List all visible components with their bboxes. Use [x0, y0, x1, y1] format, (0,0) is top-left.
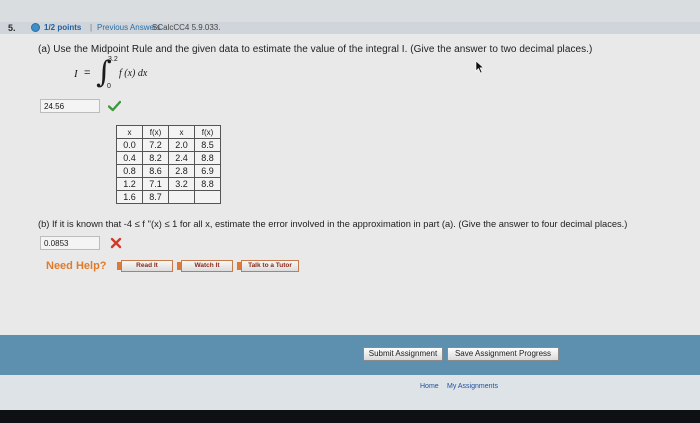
table-cell: 3.2: [168, 177, 195, 191]
table-cell: 8.2: [142, 151, 169, 165]
table-cell: 6.9: [194, 164, 221, 178]
table-cell: 7.2: [142, 138, 169, 152]
table-cell: 2.0: [168, 138, 195, 152]
submit-assignment-button[interactable]: Submit Assignment: [363, 347, 443, 361]
integral-expression: I = ∫ 3.2 0 f (x) dx: [74, 56, 184, 94]
read-it-button[interactable]: Read It: [117, 260, 173, 272]
question-number: 5.: [8, 23, 16, 33]
save-progress-button[interactable]: Save Assignment Progress: [447, 347, 559, 361]
table-row: 1.2 7.1 3.2 8.8: [116, 177, 221, 191]
table-row: 0.4 8.2 2.4 8.8: [116, 151, 221, 165]
footer-links-bar: [0, 375, 700, 410]
need-help-label: Need Help?: [46, 260, 107, 272]
table-cell: 8.8: [194, 151, 221, 165]
table-cell: 0.4: [116, 151, 143, 165]
table-row: 1.6 8.7: [116, 190, 221, 204]
table-cell: 7.1: [142, 177, 169, 191]
watch-it-button[interactable]: Watch It: [177, 260, 233, 272]
table-cell: 8.8: [194, 177, 221, 191]
x-icon: [110, 237, 122, 249]
header-separator: |: [90, 23, 93, 32]
integral-lower-limit: 0: [107, 83, 111, 90]
points-score: 1/2 points: [44, 23, 82, 32]
part-a-prompt: (a) Use the Midpoint Rule and the given …: [38, 44, 593, 55]
table-cell: 8.6: [142, 164, 169, 178]
assignment-page: 5. 1/2 points | Previous Answers SCalcCC…: [0, 0, 700, 423]
table-cell: 1.6: [116, 190, 143, 204]
part-a-answer-field[interactable]: 24.56: [40, 99, 100, 113]
integral-integrand: f (x) dx: [119, 68, 148, 79]
home-link[interactable]: Home: [420, 383, 439, 390]
integral-upper-limit: 3.2: [108, 56, 118, 63]
part-b-prompt: (b) If it is known that -4 ≤ f ''(x) ≤ 1…: [38, 219, 628, 229]
table-cell: 0.0: [116, 138, 143, 152]
table-cell-empty: [168, 190, 195, 204]
table-cell-empty: [194, 190, 221, 204]
bottom-edge: [0, 410, 700, 423]
table-header-cell: f(x): [142, 125, 169, 139]
table-header-row: x f(x) x f(x): [116, 125, 221, 139]
mouse-cursor-icon: [475, 60, 485, 74]
check-icon: [108, 100, 121, 112]
table-row: 0.0 7.2 2.0 8.5: [116, 138, 221, 152]
table-cell: 1.2: [116, 177, 143, 191]
table-header-cell: f(x): [194, 125, 221, 139]
table-row: 0.8 8.6 2.8 6.9: [116, 164, 221, 178]
footer-action-bar: [0, 335, 700, 375]
my-assignments-link[interactable]: My Assignments: [447, 383, 498, 390]
talk-to-tutor-button[interactable]: Talk to a Tutor: [237, 260, 299, 272]
data-table: x f(x) x f(x) 0.0 7.2 2.0 8.5 0.4 8.2 2.…: [116, 125, 221, 204]
table-cell: 2.8: [168, 164, 195, 178]
integral-lhs: I: [74, 68, 78, 80]
course-code: SCalcCC4 5.9.033.: [152, 23, 221, 32]
table-cell: 0.8: [116, 164, 143, 178]
table-cell: 8.7: [142, 190, 169, 204]
integral-equals: =: [84, 67, 91, 79]
part-b-answer-field[interactable]: 0.0853: [40, 236, 100, 250]
table-header-cell: x: [116, 125, 143, 139]
table-cell: 2.4: [168, 151, 195, 165]
table-header-cell: x: [168, 125, 195, 139]
status-indicator-icon: [31, 23, 40, 32]
table-cell: 8.5: [194, 138, 221, 152]
